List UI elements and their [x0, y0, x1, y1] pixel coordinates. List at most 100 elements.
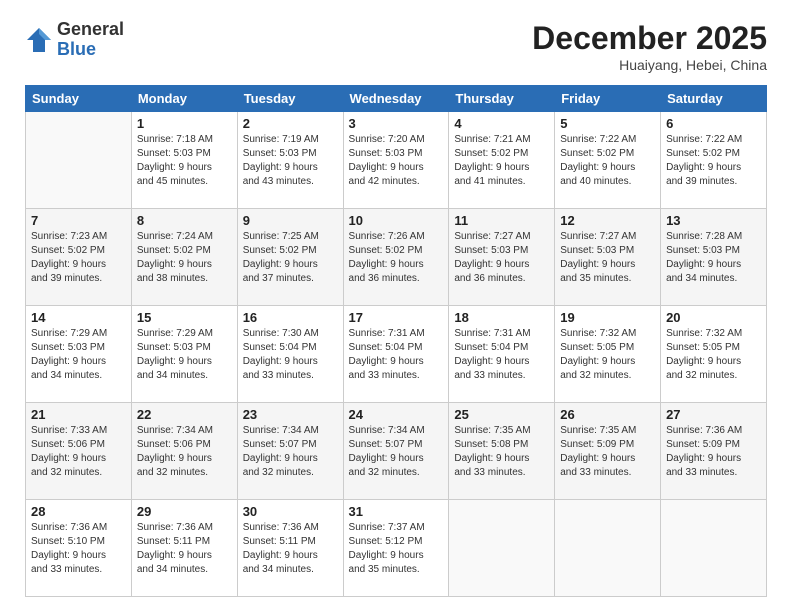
day-number: 6 — [666, 116, 761, 131]
day-number: 7 — [31, 213, 126, 228]
day-info: Sunrise: 7:35 AM Sunset: 5:09 PM Dayligh… — [560, 424, 655, 480]
day-info: Sunrise: 7:36 AM Sunset: 5:11 PM Dayligh… — [137, 521, 232, 577]
day-info: Sunrise: 7:23 AM Sunset: 5:02 PM Dayligh… — [31, 230, 126, 286]
calendar-cell: 12 Sunrise: 7:27 AM Sunset: 5:03 PM Dayli… — [555, 209, 661, 306]
calendar-cell: 31Sunrise: 7:37 AM Sunset: 5:12 PM Dayli… — [343, 500, 449, 597]
day-number: 23 — [243, 407, 338, 422]
day-number: 8 — [137, 213, 232, 228]
calendar-week-row: 1 Sunrise: 7:18 AM Sunset: 5:03 PM Daylig… — [26, 112, 767, 209]
day-info: Sunrise: 7:29 AM Sunset: 5:03 PM Dayligh… — [31, 327, 126, 383]
day-number: 22 — [137, 407, 232, 422]
day-info: Sunrise: 7:30 AM Sunset: 5:04 PM Dayligh… — [243, 327, 338, 383]
day-info: Sunrise: 7:36 AM Sunset: 5:11 PM Dayligh… — [243, 521, 338, 577]
day-number: 10 — [349, 213, 444, 228]
day-number: 18 — [454, 310, 549, 325]
calendar-cell: 2 Sunrise: 7:19 AM Sunset: 5:03 PM Daylig… — [237, 112, 343, 209]
day-number: 30 — [243, 504, 338, 519]
calendar-cell: 6Sunrise: 7:22 AM Sunset: 5:02 PM Daylig… — [661, 112, 767, 209]
day-number: 25 — [454, 407, 549, 422]
day-info: Sunrise: 7:28 AM Sunset: 5:03 PM Dayligh… — [666, 230, 761, 286]
calendar-table: SundayMondayTuesdayWednesdayThursdayFrid… — [25, 85, 767, 597]
day-number: 28 — [31, 504, 126, 519]
day-info: Sunrise: 7:31 AM Sunset: 5:04 PM Dayligh… — [349, 327, 444, 383]
calendar-week-row: 7 Sunrise: 7:23 AM Sunset: 5:02 PM Daylig… — [26, 209, 767, 306]
day-info: Sunrise: 7:29 AM Sunset: 5:03 PM Dayligh… — [137, 327, 232, 383]
calendar-cell: 23 Sunrise: 7:34 AM Sunset: 5:07 PM Dayli… — [237, 403, 343, 500]
day-info: Sunrise: 7:24 AM Sunset: 5:02 PM Dayligh… — [137, 230, 232, 286]
day-info: Sunrise: 7:34 AM Sunset: 5:07 PM Dayligh… — [349, 424, 444, 480]
calendar-cell: 16 Sunrise: 7:30 AM Sunset: 5:04 PM Dayli… — [237, 306, 343, 403]
day-info: Sunrise: 7:35 AM Sunset: 5:08 PM Dayligh… — [454, 424, 549, 480]
day-number: 27 — [666, 407, 761, 422]
day-number: 17 — [349, 310, 444, 325]
calendar-cell — [555, 500, 661, 597]
day-number: 4 — [454, 116, 549, 131]
calendar-cell: 30 Sunrise: 7:36 AM Sunset: 5:11 PM Dayli… — [237, 500, 343, 597]
day-info: Sunrise: 7:26 AM Sunset: 5:02 PM Dayligh… — [349, 230, 444, 286]
day-info: Sunrise: 7:27 AM Sunset: 5:03 PM Dayligh… — [560, 230, 655, 286]
day-info: Sunrise: 7:34 AM Sunset: 5:07 PM Dayligh… — [243, 424, 338, 480]
calendar-week-row: 28Sunrise: 7:36 AM Sunset: 5:10 PM Dayli… — [26, 500, 767, 597]
day-number: 12 — [560, 213, 655, 228]
calendar-cell: 7 Sunrise: 7:23 AM Sunset: 5:02 PM Daylig… — [26, 209, 132, 306]
header: General Blue December 2025 Huaiyang, Heb… — [25, 20, 767, 73]
day-number: 15 — [137, 310, 232, 325]
weekday-header-row: SundayMondayTuesdayWednesdayThursdayFrid… — [26, 86, 767, 112]
calendar-cell: 14 Sunrise: 7:29 AM Sunset: 5:03 PM Dayli… — [26, 306, 132, 403]
logo-blue-text: Blue — [57, 40, 124, 60]
weekday-header-tuesday: Tuesday — [237, 86, 343, 112]
calendar-cell — [661, 500, 767, 597]
logo-text: General Blue — [57, 20, 124, 60]
calendar-week-row: 21 Sunrise: 7:33 AM Sunset: 5:06 PM Dayli… — [26, 403, 767, 500]
day-number: 19 — [560, 310, 655, 325]
logo-icon — [25, 26, 53, 54]
day-number: 20 — [666, 310, 761, 325]
calendar-cell: 18 Sunrise: 7:31 AM Sunset: 5:04 PM Dayli… — [449, 306, 555, 403]
day-info: Sunrise: 7:37 AM Sunset: 5:12 PM Dayligh… — [349, 521, 444, 577]
calendar-cell — [449, 500, 555, 597]
calendar-cell: 9 Sunrise: 7:25 AM Sunset: 5:02 PM Daylig… — [237, 209, 343, 306]
calendar-cell: 15 Sunrise: 7:29 AM Sunset: 5:03 PM Dayli… — [131, 306, 237, 403]
weekday-header-wednesday: Wednesday — [343, 86, 449, 112]
day-number: 13 — [666, 213, 761, 228]
day-number: 3 — [349, 116, 444, 131]
day-info: Sunrise: 7:22 AM Sunset: 5:02 PM Dayligh… — [560, 133, 655, 189]
day-info: Sunrise: 7:34 AM Sunset: 5:06 PM Dayligh… — [137, 424, 232, 480]
day-info: Sunrise: 7:20 AM Sunset: 5:03 PM Dayligh… — [349, 133, 444, 189]
day-number: 1 — [137, 116, 232, 131]
calendar-cell — [26, 112, 132, 209]
day-number: 2 — [243, 116, 338, 131]
day-number: 5 — [560, 116, 655, 131]
calendar-cell: 3 Sunrise: 7:20 AM Sunset: 5:03 PM Daylig… — [343, 112, 449, 209]
calendar-cell: 20Sunrise: 7:32 AM Sunset: 5:05 PM Dayli… — [661, 306, 767, 403]
day-info: Sunrise: 7:25 AM Sunset: 5:02 PM Dayligh… — [243, 230, 338, 286]
calendar-cell: 21 Sunrise: 7:33 AM Sunset: 5:06 PM Dayli… — [26, 403, 132, 500]
calendar-cell: 29 Sunrise: 7:36 AM Sunset: 5:11 PM Dayli… — [131, 500, 237, 597]
day-info: Sunrise: 7:31 AM Sunset: 5:04 PM Dayligh… — [454, 327, 549, 383]
weekday-header-saturday: Saturday — [661, 86, 767, 112]
day-info: Sunrise: 7:32 AM Sunset: 5:05 PM Dayligh… — [560, 327, 655, 383]
calendar-cell: 10 Sunrise: 7:26 AM Sunset: 5:02 PM Dayli… — [343, 209, 449, 306]
day-number: 21 — [31, 407, 126, 422]
title-block: December 2025 Huaiyang, Hebei, China — [532, 20, 767, 73]
calendar-cell: 13 Sunrise: 7:28 AM Sunset: 5:03 PM Dayli… — [661, 209, 767, 306]
day-number: 9 — [243, 213, 338, 228]
page: General Blue December 2025 Huaiyang, Heb… — [0, 0, 792, 612]
calendar-cell: 27Sunrise: 7:36 AM Sunset: 5:09 PM Dayli… — [661, 403, 767, 500]
day-info: Sunrise: 7:18 AM Sunset: 5:03 PM Dayligh… — [137, 133, 232, 189]
day-number: 26 — [560, 407, 655, 422]
day-info: Sunrise: 7:19 AM Sunset: 5:03 PM Dayligh… — [243, 133, 338, 189]
weekday-header-thursday: Thursday — [449, 86, 555, 112]
month-title: December 2025 — [532, 20, 767, 57]
day-info: Sunrise: 7:33 AM Sunset: 5:06 PM Dayligh… — [31, 424, 126, 480]
day-number: 16 — [243, 310, 338, 325]
logo: General Blue — [25, 20, 124, 60]
calendar-cell: 26 Sunrise: 7:35 AM Sunset: 5:09 PM Dayli… — [555, 403, 661, 500]
day-info: Sunrise: 7:21 AM Sunset: 5:02 PM Dayligh… — [454, 133, 549, 189]
weekday-header-friday: Friday — [555, 86, 661, 112]
day-number: 29 — [137, 504, 232, 519]
day-number: 14 — [31, 310, 126, 325]
calendar-cell: 24Sunrise: 7:34 AM Sunset: 5:07 PM Dayli… — [343, 403, 449, 500]
calendar-cell: 4 Sunrise: 7:21 AM Sunset: 5:02 PM Daylig… — [449, 112, 555, 209]
weekday-header-monday: Monday — [131, 86, 237, 112]
